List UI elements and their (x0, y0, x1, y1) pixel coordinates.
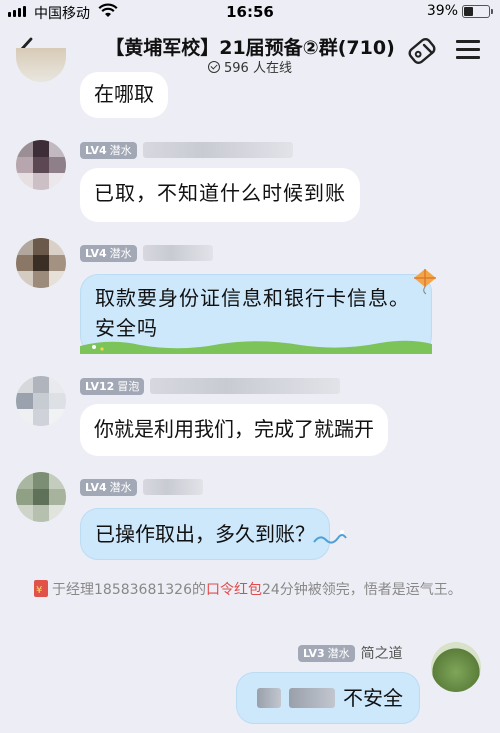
message-bubble[interactable]: 在哪取 (80, 72, 168, 118)
status-bar: 中国移动 16:56 39% (0, 0, 500, 24)
red-packet-notice: 于经理18583681326的口令红包24分钟被领完，悟者是运气王。 (34, 580, 474, 601)
level-badge: LV4 潜水 (80, 244, 137, 262)
avatar[interactable] (16, 238, 66, 288)
level-badge: LV3 潜水 (298, 644, 355, 662)
level-badge: LV4 潜水 (80, 478, 137, 496)
red-packet-icon (34, 580, 48, 601)
sender-meta: LV12 冒泡 (80, 377, 341, 395)
avatar[interactable] (16, 472, 66, 522)
level-badge: LV12 冒泡 (80, 377, 145, 395)
tag-icon[interactable] (406, 36, 438, 66)
online-check-icon (208, 60, 221, 73)
sender-meta: LV4 潜水 (80, 141, 293, 159)
message-bubble[interactable]: 你就是利用我们，完成了就踹开 (80, 404, 388, 456)
message-bubble[interactable]: 已取，不知道什么时候到账 (80, 168, 360, 222)
message-text: 不安全 (343, 686, 403, 710)
level-badge: LV4 潜水 (80, 141, 137, 159)
message-text: 已操作取出，多久到账？ (95, 522, 315, 546)
kite-icon (414, 269, 436, 295)
nickname-blurred (142, 142, 293, 158)
message-text: 你就是利用我们，完成了就踹开 (94, 417, 374, 441)
blurred-text (289, 688, 335, 708)
avatar[interactable] (16, 376, 66, 426)
battery-icon (462, 5, 493, 18)
menu-icon[interactable] (456, 40, 480, 60)
clock: 16:56 (226, 3, 274, 21)
message-bubble[interactable]: 不安全 (236, 672, 420, 724)
avatar[interactable] (431, 642, 481, 692)
sender-meta: LV4 潜水 (80, 478, 203, 496)
nickname-blurred (142, 479, 203, 495)
message-text: 已取，不知道什么时候到账 (94, 181, 346, 205)
online-count-label: 596 人在线 (224, 61, 292, 76)
battery-percent: 39% (426, 3, 458, 19)
sender-meta: LV4 潜水 (80, 244, 213, 262)
avatar[interactable] (16, 140, 66, 190)
chat-header: 【黄埔军校】21届预备②群(710) 596 人在线 (0, 24, 500, 78)
nickname-blurred (150, 378, 341, 394)
message-text-line: 取款要身份证信息和银行卡信息。 (95, 286, 410, 310)
sender-nickname: 简之道 (360, 646, 403, 662)
message-text: 在哪取 (94, 82, 154, 106)
message-bubble[interactable]: 已操作取出，多久到账？ (80, 508, 330, 560)
grass-decoration (80, 340, 432, 354)
sender-meta: LV3 潜水 简之道 (298, 644, 403, 662)
wave-decoration (313, 530, 347, 544)
red-packet-link[interactable]: 口令红包 (206, 582, 262, 598)
nickname-blurred (142, 245, 213, 261)
blurred-text (257, 688, 281, 708)
